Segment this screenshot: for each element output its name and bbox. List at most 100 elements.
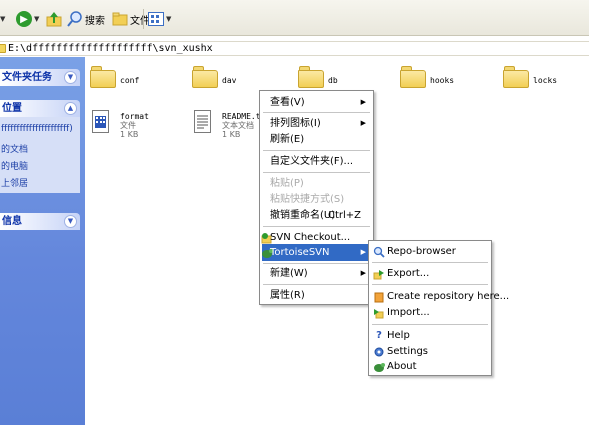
- menu-item-label: 自定义文件夹(F)...: [270, 156, 354, 167]
- place-link[interactable]: 的电脑: [1, 159, 80, 172]
- place-link[interactable]: ffffffffffffffffffffff): [1, 124, 80, 134]
- menu-item-label: Help: [387, 330, 410, 341]
- text-file-icon: [194, 110, 211, 133]
- menu-item-view[interactable]: 查看(V) ▶: [262, 94, 371, 111]
- folder-icon: [90, 66, 116, 88]
- settings-icon: [374, 347, 384, 357]
- menu-item-paste[interactable]: 粘贴(P): [262, 175, 371, 192]
- submenu-arrow-icon: ▶: [360, 248, 366, 256]
- other-places-header[interactable]: 位置 ▲: [0, 100, 80, 117]
- menu-separator: [263, 172, 370, 173]
- file-type: 文件: [120, 121, 136, 130]
- menu-item-label: 粘贴快捷方式(S): [270, 194, 345, 205]
- menu-item-label: Export...: [387, 268, 430, 279]
- menu-item-label: 新建(W): [270, 268, 308, 279]
- menu-item-paste-shortcut[interactable]: 粘贴快捷方式(S): [262, 191, 371, 208]
- menu-item-new[interactable]: 新建(W) ▶: [262, 265, 371, 282]
- folder-icon: [298, 66, 324, 88]
- menu-separator: [372, 262, 488, 263]
- search-label: 搜索: [85, 15, 105, 27]
- folder-icon: [192, 66, 218, 88]
- details-title: 信息: [2, 216, 22, 227]
- file-name: dav: [222, 76, 237, 85]
- other-places-panel: ffffffffffffffffffffff) 的文档 的电脑 上邻居: [0, 117, 80, 193]
- create-repo-icon: [374, 292, 384, 303]
- views-button[interactable]: ▼: [148, 10, 171, 28]
- file-name: locks: [533, 76, 558, 85]
- up-folder-icon: [46, 12, 62, 27]
- file-tasks-title: 文件夹任务: [2, 72, 52, 83]
- menu-item-label: 粘贴(P): [270, 178, 304, 189]
- document-icon: [92, 110, 109, 133]
- menu-separator: [263, 150, 370, 151]
- menu-separator: [263, 263, 370, 264]
- menu-item-label: About: [387, 361, 417, 372]
- shortcut-label: Ctrl+Z: [327, 210, 361, 221]
- submenu-item-about[interactable]: About: [371, 358, 489, 375]
- about-icon: [374, 363, 385, 372]
- file-size: 1 KB: [222, 130, 241, 139]
- file-name: hooks: [430, 76, 455, 85]
- forward-button[interactable]: ▶ ▼: [16, 10, 39, 28]
- file-size: 1 KB: [120, 130, 139, 139]
- menu-separator: [263, 284, 370, 285]
- search-button[interactable]: 搜索: [67, 10, 105, 28]
- folder-icon: [400, 66, 426, 88]
- place-link[interactable]: 上邻居: [1, 176, 80, 189]
- menu-item-label: TortoiseSVN: [270, 247, 330, 258]
- file-tasks-header[interactable]: 文件夹任务 ▼: [0, 69, 80, 86]
- submenu-item-create-repository[interactable]: Create repository here...: [371, 288, 509, 305]
- address-bar[interactable]: E:\dffffffffffffffffffff\svn_xushx: [0, 41, 589, 56]
- menu-item-label: 刷新(E): [270, 134, 305, 145]
- menu-separator: [372, 284, 488, 285]
- chevron-down-icon: ▼: [166, 15, 172, 23]
- views-icon: [148, 12, 164, 26]
- submenu-item-help[interactable]: ? Help: [371, 327, 489, 344]
- menu-item-arrange-icons[interactable]: 排列图标(I) ▶: [262, 115, 371, 132]
- chevron-down-icon: ▼: [34, 15, 40, 23]
- file-name: format: [120, 112, 149, 121]
- other-places-title: 位置: [2, 103, 22, 114]
- submenu-item-export[interactable]: Export...: [371, 265, 489, 282]
- details-header[interactable]: 信息 ▼: [0, 213, 80, 230]
- menu-item-undo-rename[interactable]: 撤销重命名(U) Ctrl+Z: [262, 207, 371, 224]
- address-path: E:\dffffffffffffffffffff\svn_xushx: [8, 43, 213, 54]
- menu-item-label: Import...: [387, 307, 430, 318]
- submenu-arrow-icon: ▶: [360, 98, 366, 106]
- menu-item-label: 查看(V): [270, 97, 305, 108]
- menu-item-refresh[interactable]: 刷新(E): [262, 131, 371, 148]
- place-link[interactable]: 的文档: [1, 142, 80, 155]
- submenu-arrow-icon: ▶: [360, 119, 366, 127]
- menu-separator: [263, 226, 370, 227]
- menu-item-label: Repo-browser: [387, 246, 456, 257]
- chevron-down-icon: ▼: [0, 15, 6, 23]
- back-dropdown-button[interactable]: ▼: [0, 10, 5, 28]
- collapse-icon[interactable]: ▲: [64, 102, 77, 115]
- file-name: conf: [120, 76, 140, 85]
- toolbar: ▼ ▶ ▼ 搜索 文件夹 ▼: [0, 0, 589, 36]
- up-folder-button[interactable]: [46, 10, 62, 28]
- toolbar-divider: [143, 9, 144, 29]
- menu-item-label: Create repository here...: [387, 291, 510, 302]
- menu-item-label: 排列图标(I): [270, 118, 321, 129]
- expand-icon[interactable]: ▼: [64, 215, 77, 228]
- submenu-arrow-icon: ▶: [360, 269, 366, 277]
- forward-arrow-icon: ▶: [16, 11, 32, 27]
- submenu-item-import[interactable]: Import...: [371, 304, 489, 321]
- menu-separator: [263, 112, 370, 113]
- submenu-item-repo-browser[interactable]: Repo-browser: [371, 243, 489, 260]
- folder-icon: [0, 44, 6, 53]
- folder-icon: [503, 66, 529, 88]
- file-type: 文本文档: [222, 121, 254, 130]
- tortoisesvn-submenu: Repo-browser Export... Create repository…: [368, 240, 509, 376]
- file-name: db: [328, 76, 338, 85]
- task-pane: 文件夹任务 ▼ 位置 ▲ ffffffffffffffffffffff) 的文档…: [0, 57, 85, 425]
- menu-item-tortoisesvn[interactable]: TortoiseSVN ▶: [262, 244, 371, 261]
- import-icon: [374, 309, 384, 319]
- search-icon: [67, 11, 82, 27]
- menu-item-properties[interactable]: 属性(R): [262, 287, 371, 304]
- menu-item-customize-folder[interactable]: 自定义文件夹(F)...: [262, 153, 371, 170]
- menu-item-label: 属性(R): [270, 290, 305, 301]
- expand-icon[interactable]: ▼: [64, 71, 77, 84]
- context-menu: 查看(V) ▶ 排列图标(I) ▶ 刷新(E) 自定义文件夹(F)... 粘贴(…: [259, 90, 374, 305]
